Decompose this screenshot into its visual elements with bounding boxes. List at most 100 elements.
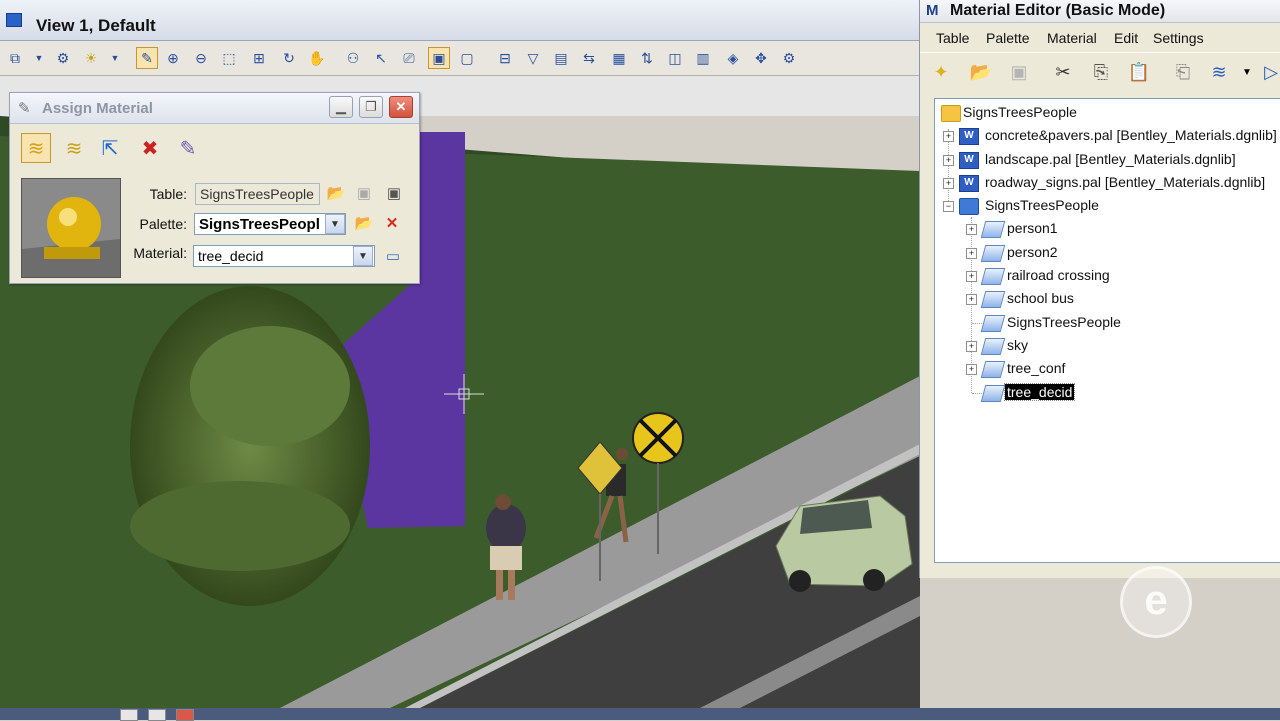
clip-mask-icon[interactable]: ▢: [456, 47, 478, 69]
assign-by-level-color-icon[interactable]: ≋: [59, 133, 89, 163]
chevron-down-icon[interactable]: ▼: [28, 47, 50, 69]
layers-icon[interactable]: ≋: [1206, 59, 1232, 85]
tree-material-item[interactable]: + school bus: [935, 289, 1275, 309]
zoom-out-icon[interactable]: ⊖: [190, 47, 212, 69]
render-icon[interactable]: ▦: [608, 47, 630, 69]
collapse-icon[interactable]: −: [943, 201, 954, 212]
tree-material-item-selected[interactable]: tree_decid: [935, 383, 1275, 403]
chevron-right-icon[interactable]: ▷: [1258, 59, 1280, 85]
menu-settings[interactable]: Settings: [1153, 30, 1204, 46]
material-editor-titlebar[interactable]: M Material Editor (Basic Mode): [920, 0, 1280, 23]
tree-material-item[interactable]: + person2: [935, 243, 1275, 263]
material-browse-icon[interactable]: ▭: [383, 246, 403, 266]
remove-material-icon[interactable]: ✖: [135, 133, 165, 163]
camera-icon[interactable]: ⎚: [398, 47, 420, 69]
expand-icon[interactable]: +: [966, 224, 977, 235]
maximize-button[interactable]: ❐: [359, 96, 383, 118]
close-icon[interactable]: [176, 709, 194, 721]
tree-root[interactable]: SignsTreesPeople: [935, 103, 1275, 123]
tree-material-item[interactable]: + sky: [935, 336, 1275, 356]
rotate-view-icon[interactable]: ↻: [278, 47, 300, 69]
remove-palette-icon[interactable]: ✕: [382, 213, 402, 233]
cube-icon[interactable]: ◈: [722, 47, 744, 69]
clip-volume-icon[interactable]: ▣: [428, 47, 450, 69]
cut-icon[interactable]: ✂: [1050, 59, 1076, 85]
tree-palette-item[interactable]: + W concrete&pavers.pal [Bentley_Materia…: [935, 126, 1277, 146]
sort-icon[interactable]: ⇅: [636, 47, 658, 69]
menu-table[interactable]: Table: [936, 30, 969, 46]
settings-icon[interactable]: ⚙: [778, 47, 800, 69]
assign-material-icon: ✎: [18, 100, 31, 117]
palette-icon: W: [959, 152, 979, 169]
lighting-icon[interactable]: ☀: [80, 47, 102, 69]
pan-view-icon[interactable]: ✋: [306, 47, 328, 69]
tree-palette-item[interactable]: + W landscape.pal [Bentley_Materials.dgn…: [935, 150, 1275, 170]
material-icon: [980, 385, 1006, 402]
expand-icon[interactable]: +: [966, 294, 977, 305]
minimize-button[interactable]: ▁: [329, 96, 353, 118]
filter-icon[interactable]: ▽: [522, 47, 544, 69]
tree-palette-item[interactable]: + W roadway_signs.pal [Bentley_Materials…: [935, 173, 1275, 193]
tree-material-label: sky: [1007, 337, 1028, 353]
material-icon: [980, 361, 1006, 378]
view-previous-icon[interactable]: ⊟: [494, 47, 516, 69]
material-select[interactable]: tree_decid: [193, 245, 375, 267]
menu-material[interactable]: Material: [1047, 30, 1097, 46]
palette-select[interactable]: SignsTreesPeopl: [194, 213, 346, 235]
display-style-icon[interactable]: ⚙: [52, 47, 74, 69]
chevron-down-icon[interactable]: ▼: [104, 47, 126, 69]
snap-icon[interactable]: ✥: [750, 47, 772, 69]
material-tree[interactable]: SignsTreesPeople + W concrete&pavers.pal…: [934, 98, 1280, 563]
paste-special-icon[interactable]: ⎗: [1170, 59, 1196, 85]
save-as-icon[interactable]: ▣: [384, 183, 404, 203]
walk-icon[interactable]: ⚇: [342, 47, 364, 69]
expand-icon[interactable]: +: [943, 178, 954, 189]
open-folder-icon[interactable]: 📂: [326, 183, 346, 203]
expand-icon[interactable]: +: [943, 131, 954, 142]
expand-icon[interactable]: +: [966, 248, 977, 259]
query-material-icon[interactable]: ✎: [173, 133, 203, 163]
expand-icon[interactable]: +: [966, 341, 977, 352]
tree-palette-item[interactable]: − SignsTreesPeople: [935, 196, 1275, 216]
update-view-icon[interactable]: ✎: [136, 47, 158, 69]
material-icon: [980, 245, 1006, 262]
attach-material-icon[interactable]: ⇱: [95, 133, 125, 163]
assign-by-level-icon[interactable]: ≋: [21, 133, 51, 163]
tree-material-item[interactable]: + person1: [935, 219, 1275, 239]
chevron-down-icon[interactable]: ▼: [353, 246, 373, 266]
expand-icon[interactable]: +: [966, 364, 977, 375]
maximize-icon[interactable]: [148, 709, 166, 721]
paste-icon[interactable]: 📋: [1126, 59, 1152, 85]
open-folder-icon: [959, 198, 979, 215]
material-editor-icon: M: [926, 2, 939, 19]
save-icon[interactable]: ▣: [354, 183, 374, 203]
tree-material-item[interactable]: + tree_conf: [935, 359, 1275, 379]
close-button[interactable]: ✕: [389, 96, 413, 118]
open-icon[interactable]: 📂: [968, 59, 994, 85]
tree-material-item[interactable]: SignsTreesPeople: [935, 313, 1275, 333]
fit-view-icon[interactable]: ⊞: [248, 47, 270, 69]
assign-material-titlebar[interactable]: ✎ Assign Material ▁ ❐ ✕: [10, 93, 419, 124]
material-icon: [980, 315, 1006, 332]
minimize-icon[interactable]: [120, 709, 138, 721]
chevron-down-icon[interactable]: ▼: [325, 214, 345, 234]
graph-icon[interactable]: ◫: [664, 47, 686, 69]
save-icon[interactable]: ▣: [1006, 59, 1032, 85]
menu-palette[interactable]: Palette: [986, 30, 1030, 46]
expand-icon[interactable]: +: [943, 155, 954, 166]
materials-icon[interactable]: ▥: [692, 47, 714, 69]
window-area-icon[interactable]: ⬚: [218, 47, 240, 69]
select-icon[interactable]: ↖: [370, 47, 392, 69]
tree-material-item[interactable]: + railroad crossing: [935, 266, 1275, 286]
copy-icon[interactable]: ⎘: [1088, 59, 1114, 85]
material-icon: [980, 291, 1006, 308]
level-display-icon[interactable]: ▤: [550, 47, 572, 69]
copy-view-icon[interactable]: ⇆: [578, 47, 600, 69]
new-icon[interactable]: ✦: [928, 59, 954, 85]
menu-edit[interactable]: Edit: [1114, 30, 1138, 46]
zoom-in-icon[interactable]: ⊕: [162, 47, 184, 69]
open-palette-icon[interactable]: 📂: [354, 213, 374, 233]
chevron-down-icon[interactable]: ▼: [1234, 59, 1260, 85]
expand-icon[interactable]: +: [966, 271, 977, 282]
view-attributes-icon[interactable]: ⧉: [4, 47, 26, 69]
